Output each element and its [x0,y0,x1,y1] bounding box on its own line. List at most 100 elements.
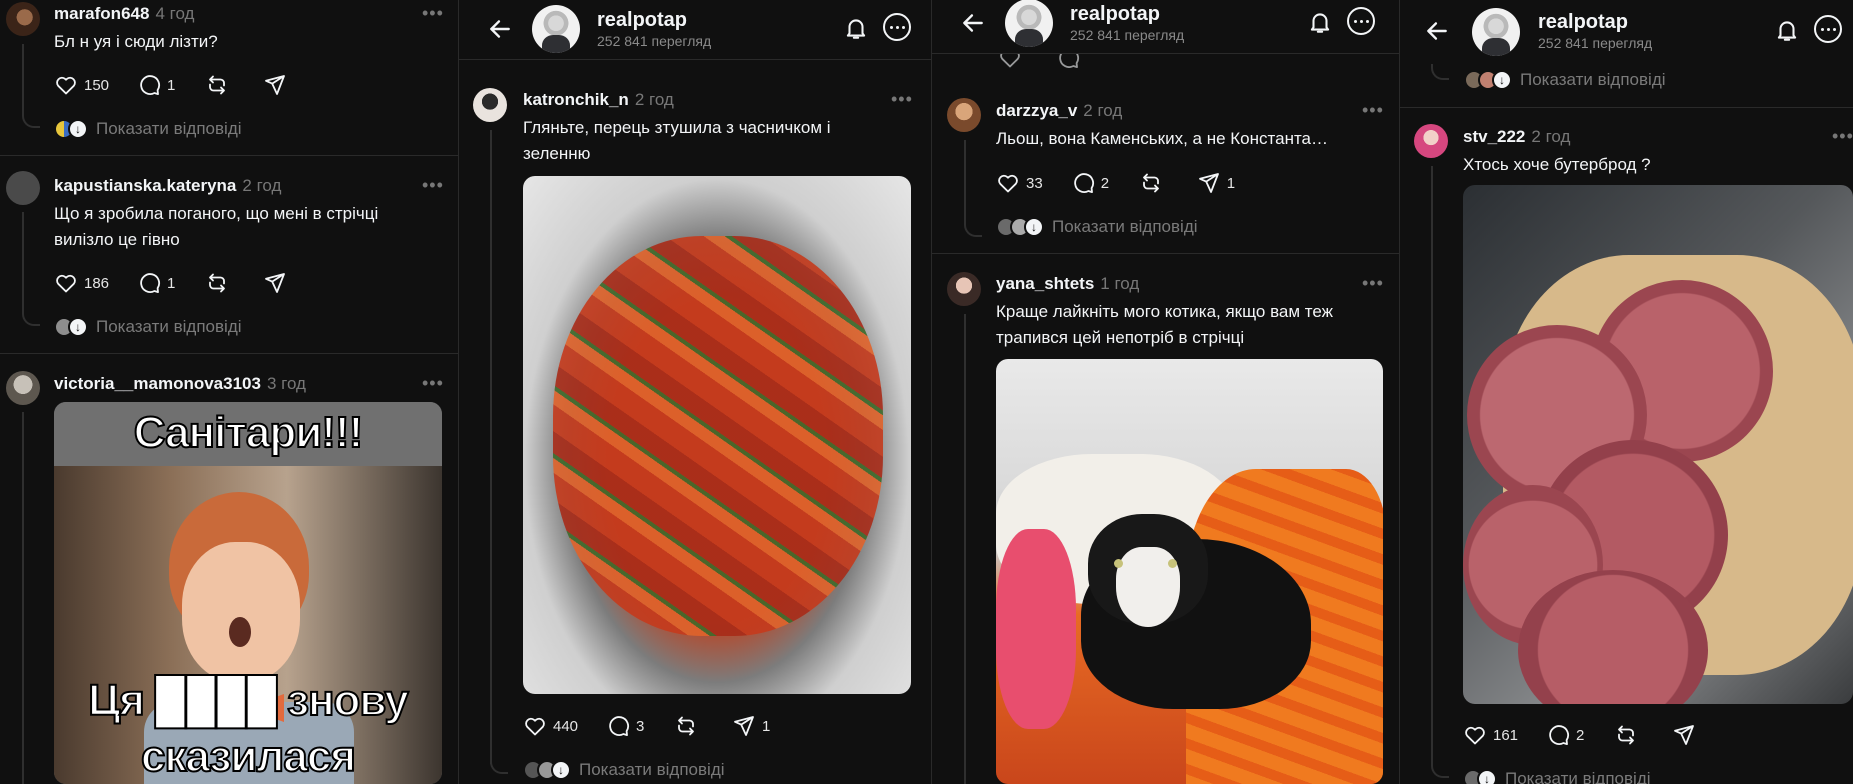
comment-username[interactable]: yana_shtets 1 год [996,274,1139,294]
like-count: 186 [84,274,110,292]
comment-time: 4 год [155,4,195,23]
show-replies-link[interactable]: ↓ Показати відповіді [1464,69,1666,91]
panel-comments-4: realpotap 252 841 перегляд ↓ Показати ві… [1400,0,1853,784]
show-replies-label: Показати відповіді [1052,217,1198,236]
comment-button[interactable]: 1 [137,271,177,295]
avatar[interactable] [6,2,40,36]
profile-avatar[interactable] [1472,8,1520,56]
bell-icon[interactable] [843,14,869,42]
share-button[interactable]: 1 [1197,171,1237,195]
comment-username[interactable]: kapustianska.kateryna 2 год [54,176,281,196]
comment-username[interactable]: marafon648 4 год [54,4,194,24]
profile-avatar[interactable] [1005,0,1053,47]
panel-comments-2: realpotap 252 841 перегляд katronchik_n 2… [459,0,931,784]
profile-name[interactable]: realpotap [597,9,687,32]
show-replies-link[interactable]: ↓ Показати відповіді [54,118,242,140]
share-button[interactable] [263,73,293,97]
more-menu-icon[interactable] [1814,15,1842,43]
repost-icon [205,73,229,97]
avatar[interactable] [1414,124,1448,158]
profile-avatar[interactable] [532,5,580,53]
avatar[interactable] [947,98,981,132]
divider [0,155,458,156]
like-button[interactable]: 161 [1463,723,1518,747]
repost-icon [205,271,229,295]
like-button[interactable]: 150 [54,73,109,97]
like-button[interactable]: 33 [996,171,1043,195]
repost-button[interactable] [205,73,235,97]
back-arrow-icon[interactable] [487,16,513,42]
more-options-icon[interactable]: ••• [1832,127,1853,145]
more-menu-icon[interactable] [1347,7,1375,35]
more-options-icon[interactable]: ••• [422,176,444,194]
comment-username[interactable]: darzzya_v 2 год [996,101,1122,121]
comment-button[interactable]: 3 [606,714,646,738]
repost-button[interactable] [205,271,235,295]
view-count: 252 841 перегляд [1538,35,1653,51]
comment-button[interactable]: 1 [137,73,177,97]
food-photo-peppers[interactable] [523,176,911,694]
more-menu-icon[interactable] [883,13,911,41]
comment-time: 1 год [1100,274,1140,293]
cat-eye-shape [1114,559,1123,568]
comment-username[interactable]: katronchik_n 2 год [523,90,674,110]
food-photo-sandwich[interactable] [1463,185,1853,704]
share-icon [732,714,756,738]
thread-line [490,760,508,774]
divider [932,253,1399,254]
show-replies-link[interactable]: ↓ Показати відповіді [523,759,725,781]
meme-bottom-caption: Ця ████ знову [87,675,410,726]
more-options-icon[interactable]: ••• [891,90,913,108]
show-replies-link[interactable]: ↓ Показати відповіді [1463,768,1651,784]
arrow-down-icon: ↓ [551,760,571,780]
comment-button[interactable]: 2 [1071,171,1111,195]
cat-photo[interactable] [996,359,1383,784]
back-arrow-icon[interactable] [960,10,986,36]
share-button[interactable]: 1 [732,714,772,738]
profile-name[interactable]: realpotap [1070,3,1160,26]
meme-image[interactable]: Санітари!!! Ця ████ знову сказилася [54,402,442,784]
action-bar: 33 2 1 [996,171,1265,195]
show-replies-link[interactable]: ↓ Показати відповіді [996,216,1198,238]
arrow-down-icon: ↓ [68,317,88,337]
like-button[interactable]: 186 [54,271,109,295]
comment-username[interactable]: victoria__mamonova3103 3 год [54,374,306,394]
back-arrow-icon[interactable] [1424,18,1450,44]
thread-line [1431,64,1449,80]
avatar[interactable] [473,88,507,122]
comment-text-line: Краще лайкніть мого котика, якщо вам теж [996,302,1334,321]
comment-username[interactable]: stv_222 2 год [1463,127,1570,147]
avatar[interactable] [947,272,981,306]
share-button[interactable] [263,271,293,295]
thread-line [964,223,982,237]
boy-mouth-shape [229,617,251,647]
bell-icon[interactable] [1774,16,1800,44]
show-replies-link[interactable]: ↓ Показати відповіді [54,316,242,338]
comment-count: 2 [1100,174,1110,192]
comment-text: Бл н уя і сюди лізти? [54,32,218,51]
more-options-icon[interactable]: ••• [422,374,444,392]
thread-line [964,140,966,225]
share-icon [263,73,287,97]
more-options-icon[interactable]: ••• [1362,101,1384,119]
repost-button[interactable] [1139,171,1169,195]
comment-text-line: Що я зробила поганого, що мені в стрічці [54,204,379,223]
profile-name[interactable]: realpotap [1538,11,1628,34]
heart-icon [1463,723,1487,747]
avatar[interactable] [6,171,40,205]
more-options-icon[interactable]: ••• [1362,274,1384,292]
arrow-down-icon: ↓ [1492,70,1512,90]
repost-button[interactable] [1614,723,1644,747]
avatar[interactable] [6,371,40,405]
bell-icon[interactable] [1307,8,1333,36]
divider [0,353,458,354]
comment-icon [137,271,161,295]
more-options-icon[interactable]: ••• [422,4,444,22]
like-button[interactable]: 440 [523,714,578,738]
share-count: 1 [762,717,771,735]
share-button[interactable] [1672,723,1702,747]
thread-line [22,212,24,314]
comment-button[interactable]: 2 [1546,723,1586,747]
repost-button[interactable] [674,714,704,738]
boy-face-shape [182,542,300,682]
